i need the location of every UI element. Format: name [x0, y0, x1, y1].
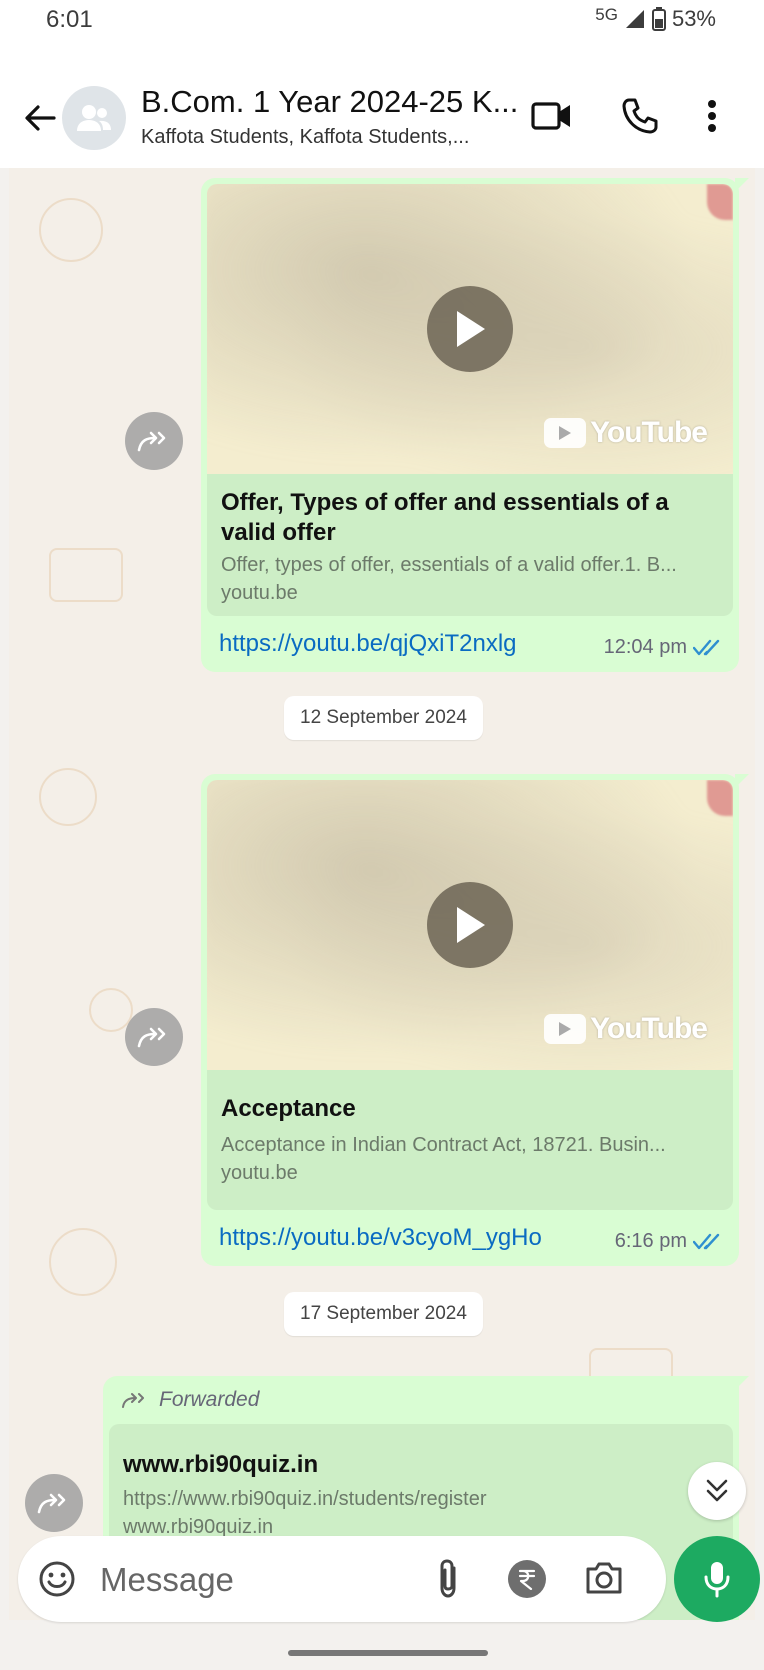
share-button[interactable] — [25, 1474, 83, 1532]
group-icon — [77, 105, 111, 131]
message-input[interactable] — [98, 1554, 402, 1606]
link-preview[interactable]: Offer, Types of offer and essentials of … — [207, 474, 733, 616]
video-thumbnail[interactable]: YouTube — [207, 184, 733, 474]
wallpaper-doodle — [49, 548, 123, 602]
microphone-icon — [704, 1562, 730, 1598]
rupee-icon — [518, 1569, 536, 1590]
attach-button[interactable] — [434, 1558, 462, 1605]
play-button[interactable] — [427, 882, 513, 968]
message-meta: 12:04 pm — [604, 636, 723, 659]
share-button[interactable] — [125, 1008, 183, 1066]
play-icon — [457, 311, 485, 347]
home-indicator[interactable] — [288, 1650, 488, 1656]
youtube-wordmark: YouTube — [590, 416, 708, 449]
preview-title: www.rbi90quiz.in — [123, 1451, 319, 1478]
video-thumbnail[interactable]: YouTube — [207, 780, 733, 1070]
youtube-play-icon — [544, 418, 587, 448]
message-link[interactable]: https://youtu.be/v3cyoM_ygHo — [219, 1224, 542, 1252]
more-options-button[interactable] — [704, 96, 720, 141]
double-check-icon — [693, 639, 720, 655]
voice-message-button[interactable] — [674, 1536, 760, 1622]
play-button[interactable] — [427, 286, 513, 372]
wallpaper-doodle — [39, 198, 103, 262]
scroll-to-bottom-button[interactable] — [688, 1462, 746, 1520]
youtube-logo: YouTube — [544, 1012, 708, 1046]
phone-icon — [622, 98, 658, 134]
youtube-play-icon — [544, 1014, 587, 1044]
group-avatar[interactable] — [62, 86, 126, 150]
wallpaper-doodle — [39, 768, 97, 826]
forward-icon — [37, 1493, 66, 1514]
preview-title: Offer, Types of offer and essentials of … — [221, 489, 669, 546]
message-meta: 6:16 pm — [615, 1230, 723, 1253]
preview-title: Acceptance — [221, 1095, 356, 1122]
more-vertical-icon — [708, 100, 716, 132]
chevron-double-down-icon — [706, 1479, 728, 1502]
forwarded-label: Forwarded — [121, 1388, 259, 1412]
bubble-tail — [735, 178, 749, 192]
forwarded-text: Forwarded — [159, 1388, 260, 1411]
battery-level: 53% — [671, 6, 716, 31]
emoji-icon — [39, 1561, 75, 1597]
paperclip-icon — [440, 1559, 456, 1598]
message-link[interactable]: https://youtu.be/qjQxiT2nxlg — [219, 630, 517, 658]
network-type: 5G — [595, 5, 618, 24]
share-button[interactable] — [125, 412, 183, 470]
video-camera-icon — [531, 102, 570, 130]
payment-button[interactable] — [508, 1560, 546, 1598]
back-button[interactable] — [22, 100, 58, 141]
chat-title[interactable]: B.Com. 1 Year 2024-25 K... — [141, 84, 521, 120]
forwarded-icon — [122, 1393, 144, 1408]
youtube-logo: YouTube — [544, 416, 708, 450]
message-time: 6:16 pm — [614, 1230, 687, 1252]
link-preview[interactable]: Acceptance Acceptance in Indian Contract… — [207, 1070, 733, 1210]
preview-description: Acceptance in Indian Contract Act, 18721… — [221, 1134, 666, 1156]
message-bubble[interactable]: YouTube Acceptance Acceptance in Indian … — [201, 774, 749, 1266]
emoji-button[interactable] — [38, 1560, 76, 1603]
chat-header: B.Com. 1 Year 2024-25 K... Kaffota Stude… — [0, 40, 764, 168]
forward-icon — [137, 1027, 166, 1048]
message-time: 12:04 pm — [603, 636, 687, 658]
chat-members[interactable]: Kaffota Students, Kaffota Students,... — [141, 126, 521, 149]
date-separator: 17 September 2024 — [284, 1292, 483, 1336]
date-separator: 12 September 2024 — [284, 696, 483, 740]
preview-description: https://www.rbi90quiz.in/students/regist… — [123, 1488, 487, 1510]
status-bar: 6:01 5G 53% — [0, 0, 764, 40]
play-icon — [457, 907, 485, 943]
status-icons: 5G 53% — [595, 5, 716, 32]
double-check-icon — [693, 1233, 720, 1249]
preview-description: Offer, types of offer, essentials of a v… — [221, 554, 677, 576]
youtube-wordmark: YouTube — [590, 1012, 708, 1045]
forward-icon — [137, 431, 166, 452]
chat-area[interactable]: YouTube Offer, Types of offer and essent… — [9, 168, 755, 1620]
preview-domain: youtu.be — [221, 582, 298, 604]
preview-domain: youtu.be — [221, 1162, 298, 1184]
voice-call-button[interactable] — [620, 96, 660, 141]
bubble-tail — [735, 1376, 749, 1390]
signal-icon — [625, 10, 644, 28]
video-call-button[interactable] — [530, 96, 574, 141]
battery-icon — [651, 7, 666, 31]
bubble-tail — [735, 774, 749, 788]
camera-button[interactable] — [584, 1560, 624, 1601]
message-composer — [18, 1536, 666, 1622]
wallpaper-doodle — [49, 1228, 117, 1296]
arrow-left-icon — [25, 105, 56, 131]
message-bubble[interactable]: YouTube Offer, Types of offer and essent… — [201, 178, 749, 672]
navigation-bar — [0, 1626, 764, 1670]
status-time: 6:01 — [46, 6, 93, 33]
camera-icon — [586, 1562, 622, 1594]
